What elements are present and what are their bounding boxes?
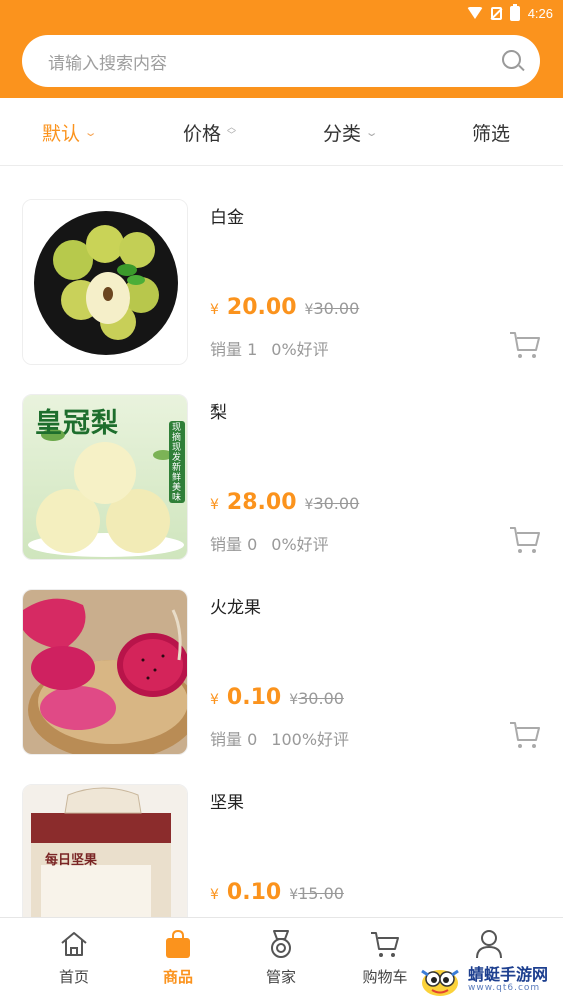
- product-card[interactable]: 火龙果 ¥ 0.10 ¥ 30.00 销量 0 100%好评: [0, 557, 563, 755]
- product-price: ¥ 0.10 ¥ 30.00: [210, 685, 344, 710]
- user-icon: [476, 930, 502, 959]
- product-price: ¥ 28.00 ¥ 30.00: [210, 490, 359, 515]
- tab-butler[interactable]: 管家: [229, 918, 333, 1000]
- product-image[interactable]: 每日坚果: [22, 784, 188, 917]
- price-currency: ¥: [210, 887, 219, 903]
- price-current: 28.00: [226, 490, 297, 515]
- product-list[interactable]: 白金 ¥ 20.00 ¥ 30.00 销量 1 0%好评 皇冠梨 现摘现发 新鲜…: [0, 167, 563, 917]
- sales-count: 销量 0: [210, 535, 258, 554]
- sort-filter[interactable]: 筛选: [472, 98, 510, 166]
- pear-badge-text: 现摘现发 新鲜美味: [172, 423, 182, 503]
- watermark-text: 蜻蜓手游网: [468, 965, 549, 984]
- pear-brand-text: 皇冠梨: [35, 408, 119, 439]
- price-current: 0.10: [226, 880, 282, 905]
- tab-products-label: 商品: [162, 968, 193, 986]
- tab-home[interactable]: 首页: [22, 918, 126, 1000]
- tab-butler-label: 管家: [265, 968, 296, 986]
- product-meta: 销量 0 100%好评: [210, 726, 349, 750]
- price-original: 30.00: [298, 689, 344, 708]
- product-image[interactable]: [22, 199, 188, 365]
- sort-category[interactable]: 分类 ⌄: [323, 98, 379, 166]
- nut-brand-text: 每日坚果: [45, 853, 98, 868]
- sort-default[interactable]: 默认 ⌄: [42, 98, 98, 166]
- tab-home-label: 首页: [58, 968, 89, 986]
- product-name[interactable]: 梨: [210, 398, 227, 423]
- home-icon: [61, 932, 87, 956]
- watermark-url: www.qt6.com: [468, 983, 541, 993]
- price-original-currency: ¥: [304, 497, 314, 513]
- add-to-cart-icon[interactable]: [508, 720, 542, 750]
- product-card[interactable]: 皇冠梨 现摘现发 新鲜美味 梨 ¥ 28.00 ¥ 30.00 销量 0 0%好…: [0, 362, 563, 560]
- price-original: 30.00: [313, 494, 360, 513]
- status-bar: 4:26: [466, 0, 563, 26]
- price-currency: ¥: [210, 692, 219, 708]
- search-bar[interactable]: 请输入搜索内容: [22, 35, 540, 87]
- sort-category-label: 分类: [323, 122, 362, 145]
- sort-price-label: 价格: [183, 122, 222, 145]
- sort-filter-label: 筛选: [472, 122, 511, 145]
- watermark-logo: 蜻蜓手游网 www.qt6.com: [418, 960, 560, 1000]
- dragonfly-logo-icon: [421, 969, 459, 996]
- product-name[interactable]: 白金: [210, 203, 244, 228]
- sort-default-label: 默认: [42, 122, 81, 145]
- price-original-currency: ¥: [304, 302, 314, 318]
- price-original: 15.00: [298, 884, 344, 903]
- sort-up-down-icon: ︿ ﹀: [227, 123, 237, 141]
- rating: 0%好评: [271, 535, 329, 554]
- tab-products[interactable]: 商品: [126, 918, 230, 1000]
- add-to-cart-icon[interactable]: [508, 330, 542, 360]
- search-icon[interactable]: [502, 50, 525, 72]
- price-currency: ¥: [210, 497, 219, 513]
- product-card[interactable]: 白金 ¥ 20.00 ¥ 30.00 销量 1 0%好评: [0, 167, 563, 365]
- sales-count: 销量 1: [210, 340, 258, 359]
- cart-icon: [371, 932, 399, 957]
- product-card[interactable]: 每日坚果 坚果 ¥ 0.10 ¥ 15.00: [0, 752, 563, 917]
- wifi-icon: [466, 7, 483, 19]
- product-name[interactable]: 火龙果: [210, 593, 261, 618]
- product-meta: 销量 1 0%好评: [210, 336, 329, 360]
- product-image[interactable]: [22, 589, 188, 755]
- search-input[interactable]: 请输入搜索内容: [48, 49, 502, 74]
- price-original-currency: ¥: [289, 692, 299, 708]
- header-bar: 4:26 请输入搜索内容: [0, 0, 563, 98]
- sort-bar: 默认 ⌄ 价格 ︿ ﹀ 分类 ⌄ 筛选: [0, 98, 563, 166]
- medal-icon: [271, 930, 291, 958]
- product-meta: 销量 0 0%好评: [210, 531, 329, 555]
- price-original-currency: ¥: [289, 887, 299, 903]
- product-name[interactable]: 坚果: [210, 788, 244, 813]
- product-price: ¥ 0.10 ¥ 15.00: [210, 880, 344, 905]
- sort-price[interactable]: 价格 ︿ ﹀: [183, 98, 236, 166]
- sales-count: 销量 0: [210, 730, 258, 749]
- price-original: 30.00: [313, 299, 360, 318]
- product-image[interactable]: 皇冠梨 现摘现发 新鲜美味: [22, 394, 188, 560]
- product-price: ¥ 20.00 ¥ 30.00: [210, 295, 359, 320]
- rating: 0%好评: [271, 340, 329, 359]
- battery-icon: [509, 3, 520, 21]
- tab-cart-label: 购物车: [362, 968, 408, 986]
- price-current: 20.00: [226, 295, 297, 320]
- shopping-bag-icon: [166, 929, 190, 958]
- status-time: 4:26: [527, 5, 553, 21]
- price-currency: ¥: [210, 302, 219, 318]
- chevron-down-icon: ⌄: [83, 125, 98, 139]
- price-current: 0.10: [226, 685, 282, 710]
- no-sim-icon: [490, 6, 502, 20]
- rating: 100%好评: [271, 730, 350, 749]
- chevron-down-icon: ⌄: [364, 125, 379, 139]
- add-to-cart-icon[interactable]: [508, 525, 542, 555]
